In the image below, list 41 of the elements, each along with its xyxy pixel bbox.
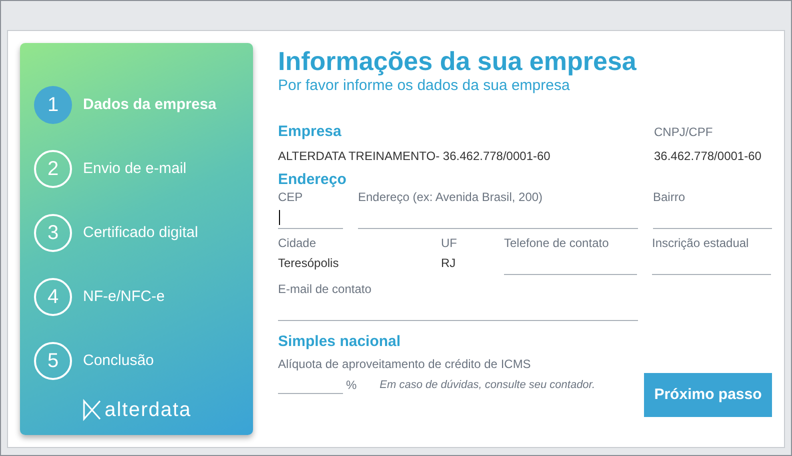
text-cursor [279, 210, 280, 225]
logo-icon [82, 399, 102, 421]
step-number: 4 [34, 278, 72, 316]
input-field[interactable] [278, 207, 343, 229]
section-heading: Empresa [278, 123, 342, 141]
field-label: Endereço (ex: Avenida Brasil, 200) [358, 189, 544, 205]
step-item[interactable]: 3 Certificado digital [34, 205, 253, 261]
next-button[interactable]: Próximo passo [644, 373, 772, 417]
step-number: 2 [34, 150, 72, 188]
field-label: CEP [278, 189, 304, 205]
step-label: Envio de e-mail [83, 158, 186, 179]
step-item[interactable]: 5 Conclusão [34, 333, 253, 389]
step-number: 5 [34, 342, 72, 380]
percent-sign: % [346, 377, 357, 394]
field-label: E-mail de contato [278, 281, 372, 297]
step-label: NF-e/NFC-e [83, 286, 165, 307]
field-label: Bairro [653, 189, 686, 205]
field-label: CNPJ/CPF [654, 124, 714, 141]
brand-name: alterdata [104, 399, 192, 421]
field-label: Telefone de contato [504, 235, 610, 251]
field-label: Inscrição estadual [652, 235, 750, 251]
step-label: Dados da empresa [83, 94, 216, 115]
step-item[interactable]: 2 Envio de e-mail [34, 141, 253, 197]
page-subtitle: Por favor informe os dados da sua empresa [278, 77, 571, 95]
field-value: Teresópolis [278, 255, 340, 271]
step-number: 1 [34, 86, 72, 124]
section-heading: Endereço [278, 171, 348, 189]
step-item[interactable]: 4 NF-e/NFC-e [34, 269, 253, 325]
step-label: Conclusão [83, 350, 154, 371]
field-value: RJ [441, 255, 457, 271]
field-label: Cidade [278, 235, 318, 251]
field-label: UF [441, 235, 458, 251]
step-number: 3 [34, 214, 72, 252]
section-heading: Simples nacional [278, 333, 402, 351]
company-name: ALTERDATA TREINAMENTO- 36.462.778/0001-60 [278, 148, 552, 165]
page-title: Informações da sua empresa [278, 45, 638, 77]
field-label: Alíquota de aproveitamento de crédito de ICMS [278, 356, 532, 373]
step-label: Certificado digital [83, 222, 198, 243]
field-value: 36.462.778/0001-60 [654, 148, 762, 165]
hint-text: Em caso de dúvidas, consulte seu contador. [380, 378, 596, 393]
step-item[interactable]: 1 Dados da empresa [34, 77, 253, 133]
